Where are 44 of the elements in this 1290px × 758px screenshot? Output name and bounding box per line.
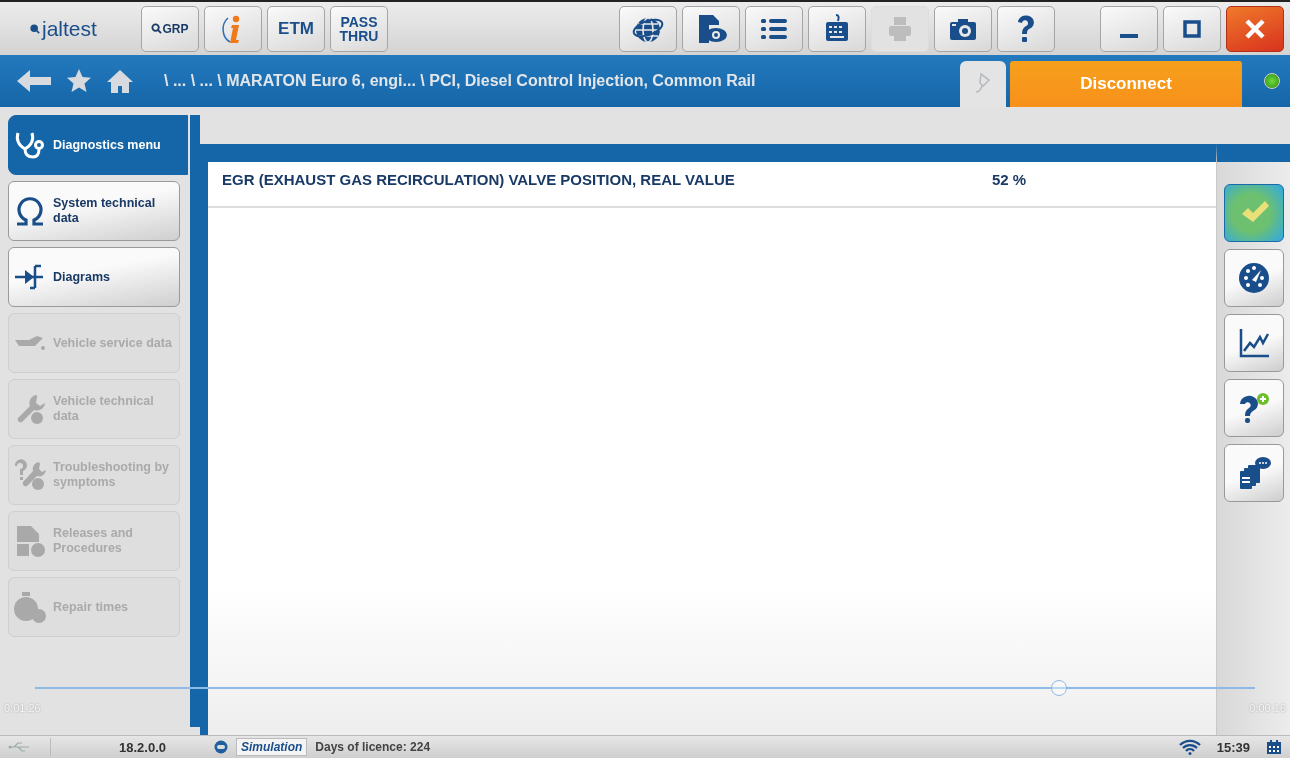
toolbar-button[interactable] [745, 5, 803, 52]
side-tool-button[interactable] [1223, 249, 1284, 307]
breadcrumb: \ ... \ ... \ MARATON Euro 6, engi... \ PCI, Diesel Control Injection, Common Rail [164, 72, 756, 90]
star-icon[interactable] [66, 68, 92, 94]
licence-label: Days of licence: 224 [315, 740, 431, 754]
mode-badge: Simulation [236, 738, 308, 756]
sidebar-item[interactable]: Diagrams [8, 247, 180, 307]
side-tool-button[interactable] [1223, 379, 1284, 437]
video-progress-thumb[interactable] [1050, 680, 1067, 696]
help-button[interactable] [997, 5, 1055, 52]
parameter-value: 52 % [992, 171, 1027, 188]
plug-icon [973, 72, 993, 96]
toolbar-button[interactable]: PASS THRU [330, 5, 388, 52]
side-tool-button[interactable] [1223, 444, 1284, 502]
version-label: 18.2.0.0 [119, 739, 166, 755]
home-icon[interactable] [106, 68, 134, 94]
toolbar-button[interactable]: ETM [267, 5, 325, 52]
toolbar-button[interactable] [808, 5, 866, 52]
close-icon [1243, 16, 1267, 41]
side-tool-button[interactable] [1223, 314, 1284, 372]
parameter-name: EGR (EXHAUST GAS RECIRCULATION) VALVE POSITION, REAL VALUE [222, 171, 736, 188]
maximize-icon [1181, 17, 1203, 40]
app-logo: jaltest [42, 16, 97, 41]
minimize-button[interactable] [1100, 5, 1158, 52]
logo-icon [30, 23, 40, 34]
maximize-button[interactable] [1163, 5, 1221, 52]
usb-icon [8, 741, 32, 753]
minimize-icon [1120, 33, 1138, 38]
question-wrench-icon [13, 458, 47, 492]
toolbar-button[interactable] [619, 5, 677, 52]
simulation-icon [214, 740, 228, 754]
wifi-icon [1178, 739, 1201, 755]
back-arrow-icon[interactable] [16, 68, 52, 94]
sidebar-item[interactable]: Diagnostics menu [8, 115, 188, 175]
toolbar-button[interactable] [934, 5, 992, 52]
sidebar-item[interactable]: System technical data [8, 181, 180, 241]
side-tool-button[interactable] [1223, 184, 1284, 242]
clock: 15:39 [1216, 739, 1250, 755]
toolbar-button[interactable]: GRP [141, 5, 199, 52]
calendar-icon[interactable] [1266, 739, 1282, 755]
search-icon [151, 23, 163, 34]
toolbar-button[interactable] [682, 5, 740, 52]
status-led [1264, 73, 1280, 89]
close-button[interactable] [1226, 5, 1284, 52]
